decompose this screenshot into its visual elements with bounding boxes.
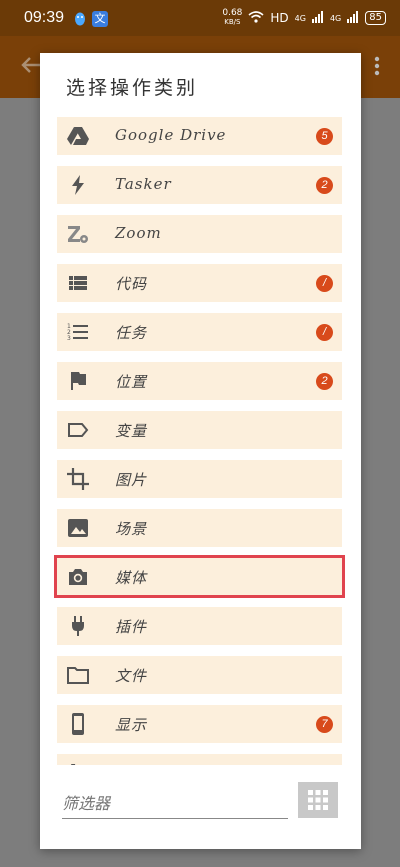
category-item-label: Tasker xyxy=(115,175,172,193)
zoom-icon xyxy=(66,222,90,246)
category-list[interactable]: Google Drive 5 Tasker 2 Zoom 代码 / 123 任务… xyxy=(57,117,342,765)
code-list-icon xyxy=(66,271,90,295)
qq-penguin-icon xyxy=(72,11,88,27)
category-item-phone[interactable]: 电话 xyxy=(57,754,342,765)
numbered-list-icon: 123 xyxy=(66,320,90,344)
category-item-tasks[interactable]: 123 任务 / xyxy=(57,313,342,351)
grid-view-button[interactable] xyxy=(298,782,338,818)
network-speed: 0.68 KB/S xyxy=(222,9,242,27)
category-item-code[interactable]: 代码 / xyxy=(57,264,342,302)
signal-4g-1: 4G xyxy=(294,13,306,23)
battery-indicator: 85 xyxy=(365,11,386,25)
plug-icon xyxy=(66,614,90,638)
action-category-dialog: 选择操作类别 Google Drive 5 Tasker 2 Zoom 代码 /… xyxy=(40,53,361,849)
count-badge: 2 xyxy=(316,373,333,390)
count-badge: 2 xyxy=(316,177,333,194)
count-badge: 5 xyxy=(316,128,333,145)
dialog-title: 选择操作类别 xyxy=(66,77,199,99)
filter-field[interactable] xyxy=(62,788,288,819)
call-icon xyxy=(66,761,90,765)
speed-unit: KB/S xyxy=(224,18,241,26)
folder-icon xyxy=(66,663,90,687)
category-item-label: 变量 xyxy=(115,422,148,440)
category-item-zoom[interactable]: Zoom xyxy=(57,215,342,253)
category-item-google-drive[interactable]: Google Drive 5 xyxy=(57,117,342,155)
category-item-label: 电话 xyxy=(115,763,147,765)
grid-icon xyxy=(308,790,328,810)
back-arrow-icon[interactable] xyxy=(20,54,42,80)
count-badge: / xyxy=(316,324,333,341)
status-right-group: 0.68 KB/S HD 4G 4G 85 xyxy=(222,9,386,27)
signal-4g-2: 4G xyxy=(329,13,342,23)
category-item-label: 显示 xyxy=(115,716,148,734)
category-item-label: 位置 xyxy=(115,373,148,391)
more-vert-icon[interactable] xyxy=(374,56,380,80)
signal-bars-icon xyxy=(311,10,324,26)
hd-indicator: HD xyxy=(270,11,289,25)
category-item-display[interactable]: 显示 7 xyxy=(57,705,342,743)
status-time: 09:39 xyxy=(24,9,65,26)
category-item-location[interactable]: 位置 2 xyxy=(57,362,342,400)
category-item-files[interactable]: 文件 xyxy=(57,656,342,694)
signal-bars-icon xyxy=(347,10,359,26)
category-item-plugins[interactable]: 插件 xyxy=(57,607,342,645)
crop-icon xyxy=(66,467,90,491)
category-item-variables[interactable]: 变量 xyxy=(57,411,342,449)
phone-icon xyxy=(66,712,90,736)
category-item-label: Zoom xyxy=(115,224,162,242)
category-item-label: 任务 xyxy=(115,324,148,342)
category-item-label: 图片 xyxy=(115,471,148,489)
category-item-label: 文件 xyxy=(115,667,148,685)
flag-icon xyxy=(66,369,90,393)
media-highlight-box xyxy=(54,555,345,598)
status-bar: 09:39 文 0.68 KB/S HD 4G 4G 85 xyxy=(0,0,400,36)
category-item-images[interactable]: 图片 xyxy=(57,460,342,498)
image-icon xyxy=(66,516,90,540)
category-item-scenes[interactable]: 场景 xyxy=(57,509,342,547)
category-item-label: 场景 xyxy=(115,520,148,538)
google-drive-icon xyxy=(66,124,90,148)
svg-text:3: 3 xyxy=(67,335,71,342)
category-item-label: 代码 xyxy=(115,275,148,293)
category-item-label: 插件 xyxy=(115,618,148,636)
speed-value: 0.68 xyxy=(222,8,243,18)
filter-input[interactable] xyxy=(62,788,288,813)
category-item-tasker[interactable]: Tasker 2 xyxy=(57,166,342,204)
tasker-bolt-icon xyxy=(66,173,90,197)
wifi-icon xyxy=(248,10,264,26)
translate-app-icon: 文 xyxy=(92,11,108,27)
category-item-label: Google Drive xyxy=(115,126,227,144)
count-badge: / xyxy=(316,275,333,292)
label-tag-icon xyxy=(66,418,90,442)
count-badge: 7 xyxy=(316,716,333,733)
